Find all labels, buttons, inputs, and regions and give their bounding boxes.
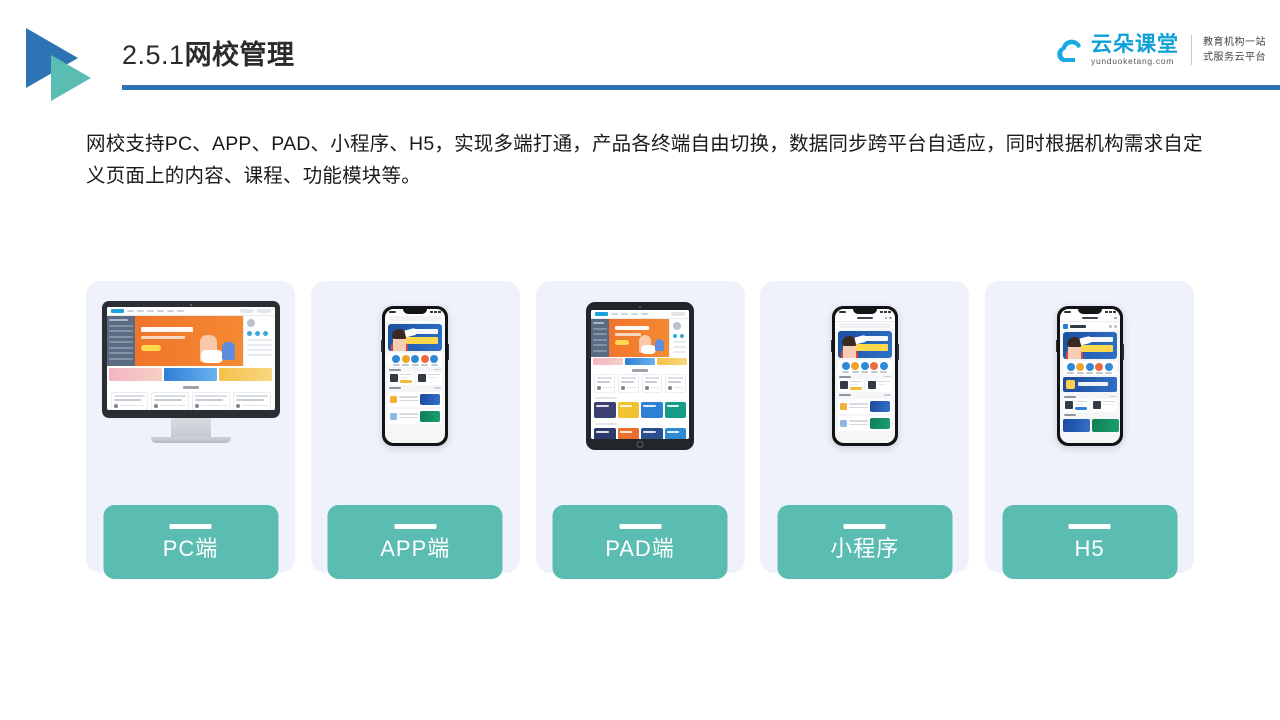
app-hero-banner bbox=[1062, 332, 1117, 359]
page-title: 2.5.1网校管理 bbox=[122, 42, 295, 69]
brand-name-cn: 云朵课堂 bbox=[1091, 33, 1179, 56]
brand-logo: 云朵课堂 yunduoketang.com 教育机构一站 式服务云平台 bbox=[1055, 33, 1266, 67]
triangle-teal-icon bbox=[51, 55, 91, 101]
promo-banner bbox=[1062, 376, 1117, 392]
phone-power-button bbox=[897, 344, 899, 360]
brand-tagline-line2: 式服务云平台 bbox=[1203, 51, 1266, 63]
phone-illustration bbox=[1055, 306, 1124, 446]
platform-label-h5[interactable]: H5 bbox=[1002, 505, 1177, 579]
tablet-website-mockup bbox=[591, 310, 689, 439]
platform-label-text: PAD端 bbox=[605, 536, 675, 561]
device-phone-app bbox=[311, 281, 520, 471]
play-arrow-logo-icon bbox=[26, 28, 112, 102]
platform-label-text: APP端 bbox=[380, 536, 451, 561]
platform-card-row: PC端 APP端 PAD端 小程序 H5 bbox=[86, 281, 1194, 579]
phone-notch-icon bbox=[403, 309, 428, 314]
title-underline-rule bbox=[122, 85, 1280, 90]
platform-label-text: 小程序 bbox=[830, 536, 900, 561]
phone-illustration bbox=[381, 306, 450, 446]
pill-dash-icon bbox=[1068, 524, 1111, 529]
brand-name-en: yunduoketang.com bbox=[1091, 56, 1175, 67]
tablet-illustration bbox=[586, 302, 694, 450]
phone-power-button bbox=[1122, 344, 1124, 360]
device-phone-h5 bbox=[985, 281, 1194, 471]
platform-label-text: H5 bbox=[1074, 536, 1105, 561]
pill-dash-icon bbox=[619, 524, 661, 529]
pill-dash-icon bbox=[843, 524, 886, 529]
platform-label-app[interactable]: APP端 bbox=[327, 505, 503, 579]
platform-label-text: PC端 bbox=[162, 536, 219, 561]
webcam-dot-icon bbox=[189, 303, 192, 306]
phone-notch-icon bbox=[852, 309, 877, 314]
platform-card-app[interactable]: APP端 bbox=[310, 281, 520, 579]
platform-card-pc[interactable]: PC端 bbox=[86, 281, 295, 579]
platform-label-pc[interactable]: PC端 bbox=[103, 505, 278, 579]
phone-illustration bbox=[830, 306, 899, 446]
brand-divider bbox=[1191, 34, 1192, 65]
phone-notch-icon bbox=[1077, 309, 1102, 314]
tablet-home-button[interactable] bbox=[636, 440, 644, 448]
platform-label-miniprogram[interactable]: 小程序 bbox=[777, 505, 953, 579]
device-phone-miniprogram bbox=[760, 281, 969, 471]
phone-volume-button bbox=[381, 340, 383, 352]
monitor-stand bbox=[170, 418, 211, 438]
phone-volume-button bbox=[1055, 340, 1057, 352]
website-mockup bbox=[106, 307, 275, 410]
slide-header: 2.5.1网校管理 云朵课堂 yunduoketang.com 教育机构一站 式… bbox=[0, 0, 1280, 110]
brand-tagline-line1: 教育机构一站 bbox=[1203, 37, 1266, 49]
slide-root: 2.5.1网校管理 云朵课堂 yunduoketang.com 教育机构一站 式… bbox=[0, 0, 1280, 720]
imac-illustration bbox=[101, 301, 280, 451]
device-desktop bbox=[86, 281, 295, 471]
platform-label-pad[interactable]: PAD端 bbox=[552, 505, 728, 579]
app-hero-banner bbox=[388, 324, 443, 351]
phone-power-button bbox=[447, 344, 450, 360]
platform-card-h5[interactable]: H5 bbox=[985, 281, 1194, 579]
cloud-icon bbox=[1055, 37, 1089, 67]
tablet-course-grid bbox=[591, 400, 689, 420]
title-number: 2.5.1 bbox=[122, 40, 185, 70]
platform-card-pad[interactable]: PAD端 bbox=[535, 281, 745, 579]
pill-dash-icon bbox=[169, 524, 212, 529]
device-tablet bbox=[536, 281, 745, 471]
app-hero-banner bbox=[837, 331, 892, 358]
tablet-camera-icon bbox=[639, 305, 641, 308]
platform-card-miniprogram[interactable]: 小程序 bbox=[760, 281, 970, 579]
title-label: 网校管理 bbox=[184, 40, 295, 70]
monitor-base bbox=[150, 437, 231, 443]
body-paragraph: 网校支持PC、APP、PAD、小程序、H5，实现多端打通，产品各终端自由切换，数… bbox=[86, 133, 1203, 187]
pill-dash-icon bbox=[394, 524, 437, 529]
brand-tagline: 教育机构一站 式服务云平台 bbox=[1203, 36, 1266, 65]
